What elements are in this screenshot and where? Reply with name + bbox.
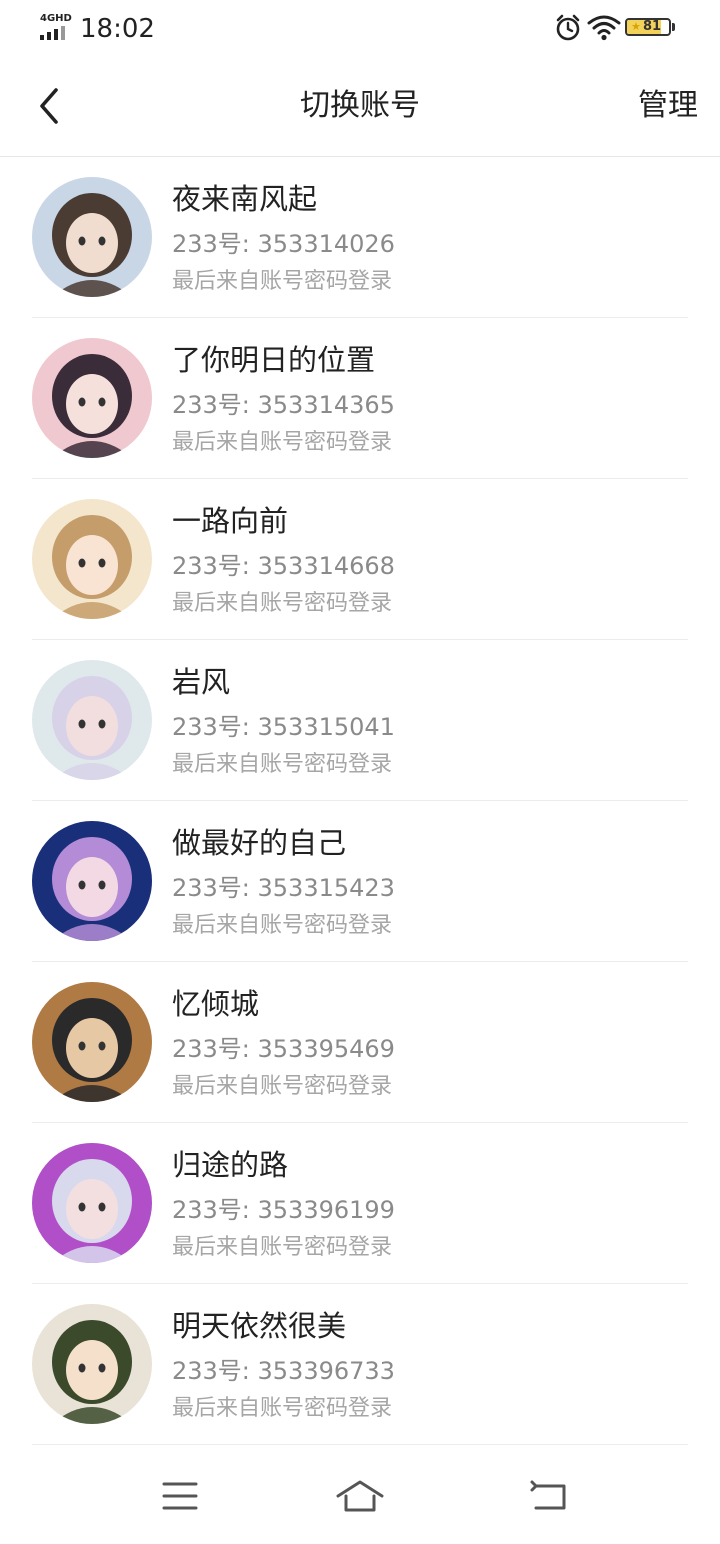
home-button[interactable]: [330, 1476, 390, 1516]
account-name: 做最好的自己: [172, 826, 347, 860]
account-id: 233号: 353314365: [172, 391, 395, 419]
account-name: 忆倾城: [172, 987, 260, 1021]
battery-percentage: 81: [643, 19, 662, 34]
account-id: 233号: 353396199: [172, 1196, 395, 1224]
last-login-method: 最后来自账号密码登录: [172, 430, 393, 455]
avatar: [32, 821, 152, 941]
account-item[interactable]: 岩风 233号: 353315041 最后来自账号密码登录: [0, 640, 720, 801]
wifi-icon: [587, 15, 621, 41]
avatar: [32, 982, 152, 1102]
battery-star-icon: ★: [631, 20, 641, 33]
avatar: [32, 177, 152, 297]
last-login-method: 最后来自账号密码登录: [172, 269, 393, 294]
cellular-signal-icon: 4GHD: [40, 14, 72, 40]
app-header: 切换账号 管理: [0, 58, 720, 157]
account-id: 233号: 353396733: [172, 1357, 395, 1385]
last-login-method: 最后来自账号密码登录: [172, 591, 393, 616]
last-login-method: 最后来自账号密码登录: [172, 1235, 393, 1260]
system-navigation-bar: [0, 1446, 720, 1544]
account-name: 一路向前: [172, 504, 289, 538]
last-login-method: 最后来自账号密码登录: [172, 1396, 393, 1421]
account-item[interactable]: 了你明日的位置 233号: 353314365 最后来自账号密码登录: [0, 318, 720, 479]
account-name: 明天依然很美: [172, 1309, 347, 1343]
page-title: 切换账号: [300, 88, 420, 123]
avatar: [32, 338, 152, 458]
account-id: 233号: 353395469: [172, 1035, 395, 1063]
account-id: 233号: 353315041: [172, 713, 395, 741]
menu-button[interactable]: [150, 1476, 210, 1516]
avatar: [32, 1304, 152, 1424]
avatar: [32, 1143, 152, 1263]
account-name: 岩风: [172, 665, 231, 699]
return-button[interactable]: [520, 1476, 580, 1516]
avatar: [32, 499, 152, 619]
account-item[interactable]: 归途的路 233号: 353396199 最后来自账号密码登录: [0, 1123, 720, 1284]
account-id: 233号: 353314668: [172, 552, 395, 580]
alarm-icon: [556, 14, 580, 41]
account-id: 233号: 353314026: [172, 230, 395, 258]
account-item[interactable]: 夜来南风起 233号: 353314026 最后来自账号密码登录: [0, 157, 720, 318]
battery-indicator: ★ 81: [625, 18, 675, 38]
last-login-method: 最后来自账号密码登录: [172, 913, 393, 938]
avatar: [32, 660, 152, 780]
last-login-method: 最后来自账号密码登录: [172, 752, 393, 777]
divider: [32, 1444, 688, 1445]
menu-icon: [162, 1482, 198, 1510]
last-login-method: 最后来自账号密码登录: [172, 1074, 393, 1099]
account-item[interactable]: 做最好的自己 233号: 353315423 最后来自账号密码登录: [0, 801, 720, 962]
clock: 18:02: [80, 14, 155, 44]
account-item[interactable]: 明天依然很美 233号: 353396733 最后来自账号密码登录: [0, 1284, 720, 1445]
back-icon: [530, 1480, 566, 1510]
account-name: 夜来南风起: [172, 182, 318, 216]
account-item[interactable]: 一路向前 233号: 353314668 最后来自账号密码登录: [0, 479, 720, 640]
account-list: 夜来南风起 233号: 353314026 最后来自账号密码登录 了你明日的位置 233…: [0, 157, 720, 1445]
status-bar: 4GHD 18:02 ★ 81: [0, 0, 720, 58]
manage-button[interactable]: 管理: [638, 86, 698, 126]
account-id: 233号: 353315423: [172, 874, 395, 902]
home-icon: [336, 1480, 384, 1512]
account-item[interactable]: 忆倾城 233号: 353395469 最后来自账号密码登录: [0, 962, 720, 1123]
account-name: 了你明日的位置: [172, 343, 376, 377]
network-type-label: 4GHD: [40, 13, 72, 24]
account-name: 归途的路: [172, 1148, 289, 1182]
